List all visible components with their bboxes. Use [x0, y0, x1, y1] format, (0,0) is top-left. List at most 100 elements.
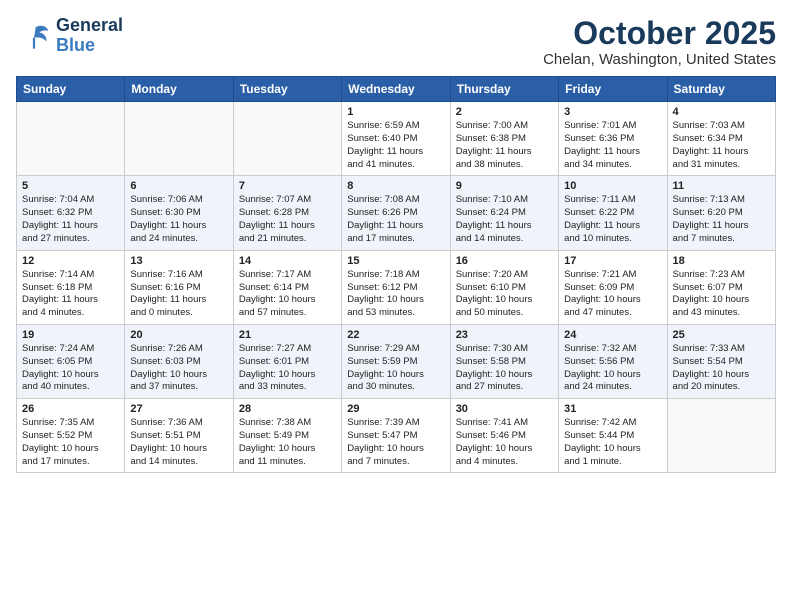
day-info: Sunrise: 7:04 AM Sunset: 6:32 PM Dayligh…: [22, 194, 119, 245]
day-number: 26: [22, 403, 119, 415]
weekday-header: Monday: [125, 77, 233, 102]
day-info: Sunrise: 7:29 AM Sunset: 5:59 PM Dayligh…: [347, 343, 444, 394]
day-info: Sunrise: 7:39 AM Sunset: 5:47 PM Dayligh…: [347, 417, 444, 468]
day-info: Sunrise: 7:21 AM Sunset: 6:09 PM Dayligh…: [564, 269, 661, 320]
calendar-table: SundayMondayTuesdayWednesdayThursdayFrid…: [16, 76, 776, 473]
day-number: 23: [456, 329, 553, 341]
day-number: 15: [347, 255, 444, 267]
day-number: 13: [130, 255, 227, 267]
day-info: Sunrise: 7:03 AM Sunset: 6:34 PM Dayligh…: [673, 120, 770, 171]
day-info: Sunrise: 7:38 AM Sunset: 5:49 PM Dayligh…: [239, 417, 336, 468]
day-number: 8: [347, 180, 444, 192]
calendar-cell: 29 Sunrise: 7:39 AM Sunset: 5:47 PM Dayli…: [342, 399, 450, 473]
weekday-header: Friday: [559, 77, 667, 102]
day-number: 5: [22, 180, 119, 192]
day-info: Sunrise: 7:26 AM Sunset: 6:03 PM Dayligh…: [130, 343, 227, 394]
calendar-cell: 27Sunrise: 7:36 AM Sunset: 5:51 PM Dayli…: [125, 399, 233, 473]
logo-icon: [16, 18, 52, 54]
calendar-cell: 4 Sunrise: 7:03 AM Sunset: 6:34 PM Daylig…: [667, 102, 775, 176]
day-info: Sunrise: 7:23 AM Sunset: 6:07 PM Dayligh…: [673, 269, 770, 320]
title-block: October 2025 Chelan, Washington, United …: [543, 16, 776, 68]
calendar-cell: 30Sunrise: 7:41 AM Sunset: 5:46 PM Dayli…: [450, 399, 558, 473]
day-number: 7: [239, 180, 336, 192]
calendar-cell: 31Sunrise: 7:42 AM Sunset: 5:44 PM Dayli…: [559, 399, 667, 473]
day-info: Sunrise: 7:01 AM Sunset: 6:36 PM Dayligh…: [564, 120, 661, 171]
calendar-cell: 5 Sunrise: 7:04 AM Sunset: 6:32 PM Daylig…: [17, 176, 125, 250]
calendar-cell: 14 Sunrise: 7:17 AM Sunset: 6:14 PM Dayli…: [233, 250, 341, 324]
calendar-cell: 2Sunrise: 7:00 AM Sunset: 6:38 PM Daylig…: [450, 102, 558, 176]
calendar-cell: 10 Sunrise: 7:11 AM Sunset: 6:22 PM Dayli…: [559, 176, 667, 250]
day-number: 18: [673, 255, 770, 267]
calendar-cell: 21 Sunrise: 7:27 AM Sunset: 6:01 PM Dayli…: [233, 324, 341, 398]
day-number: 20: [130, 329, 227, 341]
day-number: 12: [22, 255, 119, 267]
calendar-cell: 6 Sunrise: 7:06 AM Sunset: 6:30 PM Daylig…: [125, 176, 233, 250]
day-number: 29: [347, 403, 444, 415]
day-info: Sunrise: 7:17 AM Sunset: 6:14 PM Dayligh…: [239, 269, 336, 320]
calendar-cell: 18 Sunrise: 7:23 AM Sunset: 6:07 PM Dayli…: [667, 250, 775, 324]
day-number: 10: [564, 180, 661, 192]
day-number: 17: [564, 255, 661, 267]
calendar-cell: [125, 102, 233, 176]
calendar-cell: 7Sunrise: 7:07 AM Sunset: 6:28 PM Daylig…: [233, 176, 341, 250]
day-number: 9: [456, 180, 553, 192]
calendar-week-row: 5 Sunrise: 7:04 AM Sunset: 6:32 PM Daylig…: [17, 176, 776, 250]
day-info: Sunrise: 7:18 AM Sunset: 6:12 PM Dayligh…: [347, 269, 444, 320]
day-info: Sunrise: 7:14 AM Sunset: 6:18 PM Dayligh…: [22, 269, 119, 320]
calendar-cell: 24 Sunrise: 7:32 AM Sunset: 5:56 PM Dayli…: [559, 324, 667, 398]
calendar-cell: 20 Sunrise: 7:26 AM Sunset: 6:03 PM Dayli…: [125, 324, 233, 398]
calendar-cell: [667, 399, 775, 473]
calendar-cell: 11Sunrise: 7:13 AM Sunset: 6:20 PM Dayli…: [667, 176, 775, 250]
day-info: Sunrise: 7:06 AM Sunset: 6:30 PM Dayligh…: [130, 194, 227, 245]
calendar-cell: [233, 102, 341, 176]
day-info: Sunrise: 7:24 AM Sunset: 6:05 PM Dayligh…: [22, 343, 119, 394]
day-info: Sunrise: 7:13 AM Sunset: 6:20 PM Dayligh…: [673, 194, 770, 245]
day-number: 19: [22, 329, 119, 341]
day-info: Sunrise: 7:32 AM Sunset: 5:56 PM Dayligh…: [564, 343, 661, 394]
calendar-cell: 26 Sunrise: 7:35 AM Sunset: 5:52 PM Dayli…: [17, 399, 125, 473]
day-info: Sunrise: 6:59 AM Sunset: 6:40 PM Dayligh…: [347, 120, 444, 171]
calendar-cell: 12 Sunrise: 7:14 AM Sunset: 6:18 PM Dayli…: [17, 250, 125, 324]
logo-text: General Blue: [56, 16, 123, 56]
calendar-week-row: 26 Sunrise: 7:35 AM Sunset: 5:52 PM Dayli…: [17, 399, 776, 473]
weekday-header: Sunday: [17, 77, 125, 102]
day-info: Sunrise: 7:08 AM Sunset: 6:26 PM Dayligh…: [347, 194, 444, 245]
day-number: 31: [564, 403, 661, 415]
calendar-header-row: SundayMondayTuesdayWednesdayThursdayFrid…: [17, 77, 776, 102]
day-info: Sunrise: 7:27 AM Sunset: 6:01 PM Dayligh…: [239, 343, 336, 394]
day-number: 4: [673, 106, 770, 118]
calendar-cell: 28 Sunrise: 7:38 AM Sunset: 5:49 PM Dayli…: [233, 399, 341, 473]
day-number: 2: [456, 106, 553, 118]
calendar-cell: 13 Sunrise: 7:16 AM Sunset: 6:16 PM Dayli…: [125, 250, 233, 324]
day-number: 22: [347, 329, 444, 341]
day-number: 24: [564, 329, 661, 341]
day-number: 1: [347, 106, 444, 118]
calendar-cell: [17, 102, 125, 176]
month-title: October 2025: [543, 16, 776, 51]
day-number: 16: [456, 255, 553, 267]
calendar-cell: 19 Sunrise: 7:24 AM Sunset: 6:05 PM Dayli…: [17, 324, 125, 398]
day-number: 14: [239, 255, 336, 267]
day-number: 28: [239, 403, 336, 415]
day-number: 6: [130, 180, 227, 192]
day-number: 27: [130, 403, 227, 415]
day-number: 21: [239, 329, 336, 341]
logo-line1: General: [56, 16, 123, 36]
day-info: Sunrise: 7:35 AM Sunset: 5:52 PM Dayligh…: [22, 417, 119, 468]
calendar-cell: 3 Sunrise: 7:01 AM Sunset: 6:36 PM Daylig…: [559, 102, 667, 176]
day-info: Sunrise: 7:30 AM Sunset: 5:58 PM Dayligh…: [456, 343, 553, 394]
calendar-week-row: 1 Sunrise: 6:59 AM Sunset: 6:40 PM Daylig…: [17, 102, 776, 176]
weekday-header: Saturday: [667, 77, 775, 102]
logo: General Blue: [16, 16, 123, 56]
location: Chelan, Washington, United States: [543, 51, 776, 68]
calendar-cell: 1 Sunrise: 6:59 AM Sunset: 6:40 PM Daylig…: [342, 102, 450, 176]
day-number: 3: [564, 106, 661, 118]
calendar-cell: 8 Sunrise: 7:08 AM Sunset: 6:26 PM Daylig…: [342, 176, 450, 250]
calendar-cell: 25Sunrise: 7:33 AM Sunset: 5:54 PM Dayli…: [667, 324, 775, 398]
calendar-cell: 15 Sunrise: 7:18 AM Sunset: 6:12 PM Dayli…: [342, 250, 450, 324]
weekday-header: Tuesday: [233, 77, 341, 102]
calendar-cell: 16 Sunrise: 7:20 AM Sunset: 6:10 PM Dayli…: [450, 250, 558, 324]
day-info: Sunrise: 7:16 AM Sunset: 6:16 PM Dayligh…: [130, 269, 227, 320]
day-info: Sunrise: 7:20 AM Sunset: 6:10 PM Dayligh…: [456, 269, 553, 320]
day-info: Sunrise: 7:11 AM Sunset: 6:22 PM Dayligh…: [564, 194, 661, 245]
